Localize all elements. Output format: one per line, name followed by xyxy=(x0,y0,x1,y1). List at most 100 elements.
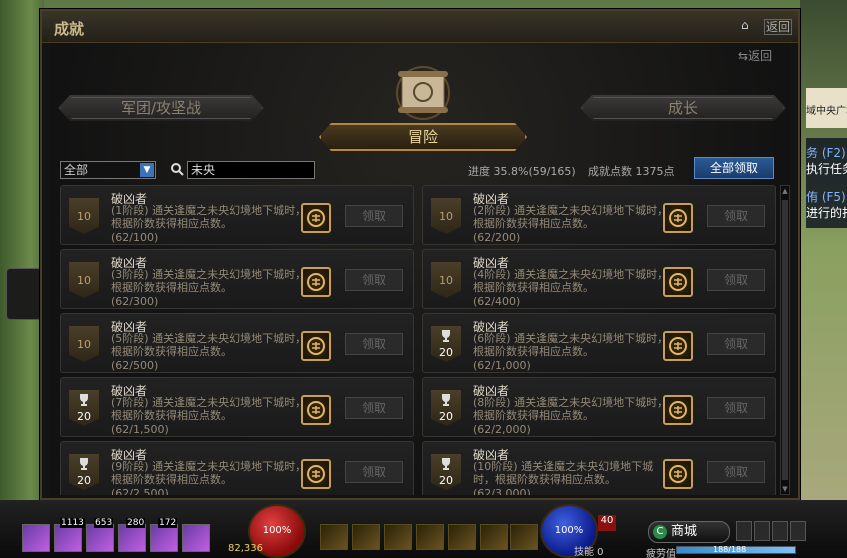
claim-button[interactable]: 领取 xyxy=(345,269,403,291)
skill-slot[interactable] xyxy=(86,524,114,552)
skill-slot[interactable] xyxy=(118,524,146,552)
points-value: 10 xyxy=(77,210,91,223)
skill-slot[interactable] xyxy=(480,524,508,550)
tab-growth[interactable]: 成长 xyxy=(580,95,786,121)
trophy-icon xyxy=(442,330,450,342)
achievement-description: (1阶段) 通关逢魔之未央幻境地下城时，根据阶数获得相应点数。 xyxy=(111,204,307,230)
points-value: 10 xyxy=(439,210,453,223)
skill-slot[interactable] xyxy=(384,524,412,550)
points-badge: 10 xyxy=(69,198,99,234)
points-value: 20 xyxy=(439,346,453,359)
points-badge: 10 xyxy=(69,326,99,362)
skill-slot[interactable] xyxy=(320,524,348,550)
reward-icon[interactable] xyxy=(301,331,331,361)
reward-icon[interactable] xyxy=(663,331,693,361)
level-badge: 40 xyxy=(598,515,616,531)
skill-slot[interactable] xyxy=(448,524,476,550)
reward-icon[interactable] xyxy=(663,459,693,489)
game-screen: 域中央广场 务 (F2) 执行任务 侑 (F5) 进行的打 成就 ⌂ 返回 ⇆返… xyxy=(0,0,847,558)
points-value: 20 xyxy=(77,474,91,487)
scroll-down-icon[interactable]: ▼ xyxy=(781,484,789,494)
search-input[interactable]: 未央 xyxy=(187,161,315,179)
reward-icon[interactable] xyxy=(663,267,693,297)
achievement-card: 20 破凶者 (8阶段) 通关逢魔之未央幻境地下城时，根据阶数获得相应点数。 (62/… xyxy=(422,377,776,437)
shop-icon: C xyxy=(653,525,667,539)
skill-slot[interactable] xyxy=(510,524,538,550)
scrollbar[interactable]: ▲ ▼ xyxy=(780,185,790,495)
menu-icon[interactable] xyxy=(754,521,770,541)
back-button[interactable]: 返回 xyxy=(764,18,793,35)
fatigue-label: 疲劳值 xyxy=(646,549,676,558)
reward-icon[interactable] xyxy=(301,395,331,425)
achievement-card: 20 破凶者 (7阶段) 通关逢魔之未央幻境地下城时，根据阶数获得相应点数。 (62/… xyxy=(60,377,414,437)
achievement-card: 20 破凶者 (9阶段) 通关逢魔之未央幻境地下城时，根据阶数获得相应点数。 (62/… xyxy=(60,441,414,495)
achievement-progress: (62/1,000) xyxy=(473,359,531,372)
claim-button[interactable]: 领取 xyxy=(345,333,403,355)
quest-text-1: 执行任务 xyxy=(806,162,847,176)
skill-slot[interactable] xyxy=(182,524,210,552)
achievement-card: 10 破凶者 (5阶段) 通关逢魔之未央幻境地下城时，根据阶数获得相应点数。 (62/… xyxy=(60,313,414,373)
achievement-card: 20 破凶者 (6阶段) 通关逢魔之未央幻境地下城时，根据阶数获得相应点数。 (62/… xyxy=(422,313,776,373)
achievement-list: 10 破凶者 (1阶段) 通关逢魔之未央幻境地下城时，根据阶数获得相应点数。 (62/… xyxy=(60,185,778,495)
tab-legion[interactable]: 军团/攻坚战 xyxy=(58,95,264,121)
sub-back-button[interactable]: ⇆返回 xyxy=(738,47,772,64)
achievement-card: 20 破凶者 (10阶段) 通关逢魔之未央幻境地下城时，根据阶数获得相应点数。 (62… xyxy=(422,441,776,495)
skill-slot[interactable] xyxy=(416,524,444,550)
claim-all-button[interactable]: 全部领取 xyxy=(694,157,774,179)
reward-icon[interactable] xyxy=(663,203,693,233)
points-badge: 20 xyxy=(431,454,461,490)
achievement-progress: (62/1,500) xyxy=(111,423,169,436)
achievement-progress: (62/300) xyxy=(111,295,159,308)
achievement-description: (10阶段) 通关逢魔之未央幻境地下城时，根据阶数获得相应点数。 xyxy=(473,460,654,486)
skill-slot[interactable] xyxy=(352,524,380,550)
achievement-progress: (62/400) xyxy=(473,295,521,308)
quest-tracker[interactable]: 务 (F2) 执行任务 侑 (F5) 进行的打 xyxy=(806,138,847,228)
achievement-card: 10 破凶者 (2阶段) 通关逢魔之未央幻境地下城时，根据阶数获得相应点数。 (62/… xyxy=(422,185,776,245)
achievement-description: (9阶段) 通关逢魔之未央幻境地下城时，根据阶数获得相应点数。 xyxy=(111,460,307,486)
menu-icon[interactable] xyxy=(790,521,806,541)
menu-icon[interactable] xyxy=(736,521,752,541)
category-select[interactable]: 全部 ▼ xyxy=(60,161,156,179)
achievement-description: (5阶段) 通关逢魔之未央幻境地下城时，根据阶数获得相应点数。 xyxy=(111,332,307,358)
points-badge: 20 xyxy=(69,454,99,490)
achievement-description: (2阶段) 通关逢魔之未央幻境地下城时，根据阶数获得相应点数。 xyxy=(473,204,669,230)
points-badge: 20 xyxy=(431,326,461,362)
achievement-description: (8阶段) 通关逢魔之未央幻境地下城时，根据阶数获得相应点数。 xyxy=(473,396,669,422)
skill-points[interactable]: 技能 0 xyxy=(574,543,604,558)
points-value: 20 xyxy=(439,474,453,487)
claim-button[interactable]: 领取 xyxy=(707,205,765,227)
points-badge: 10 xyxy=(431,198,461,234)
progress-summary: 进度 35.8%(59/165) xyxy=(468,165,576,178)
achievement-description: (7阶段) 通关逢魔之未央幻境地下城时，根据阶数获得相应点数。 xyxy=(111,396,307,422)
reward-icon[interactable] xyxy=(301,203,331,233)
claim-button[interactable]: 领取 xyxy=(345,397,403,419)
fatigue-bar: 188/188 xyxy=(676,545,796,554)
skill-slot[interactable] xyxy=(54,524,82,552)
claim-button[interactable]: 领取 xyxy=(345,205,403,227)
reward-icon[interactable] xyxy=(301,459,331,489)
exp-value: 82,336 xyxy=(228,543,263,554)
claim-button[interactable]: 领取 xyxy=(345,461,403,483)
achievement-progress: (62/100) xyxy=(111,231,159,244)
achievement-window: 成就 ⌂ 返回 ⇆返回 军团/攻坚战 成长 冒险 全部 ▼ 未央 进度 35.8… xyxy=(40,9,800,500)
menu-icon[interactable] xyxy=(772,521,788,541)
trophy-icon xyxy=(442,458,450,470)
dropdown-arrow-icon[interactable]: ▼ xyxy=(140,163,154,177)
home-icon[interactable]: ⌂ xyxy=(741,19,753,31)
claim-button[interactable]: 领取 xyxy=(707,461,765,483)
reward-icon[interactable] xyxy=(663,395,693,425)
reward-icon[interactable] xyxy=(301,267,331,297)
achievement-progress: (62/500) xyxy=(111,359,159,372)
claim-button[interactable]: 领取 xyxy=(707,269,765,291)
scroll-thumb[interactable] xyxy=(782,200,788,480)
tab-adventure[interactable]: 冒险 xyxy=(319,123,527,151)
scroll-up-icon[interactable]: ▲ xyxy=(781,186,789,196)
points-value: 10 xyxy=(439,274,453,287)
achievement-description: (3阶段) 通关逢魔之未央幻境地下城时，根据阶数获得相应点数。 xyxy=(111,268,307,294)
skill-slot[interactable] xyxy=(150,524,178,552)
claim-button[interactable]: 领取 xyxy=(707,333,765,355)
minimap-label: 域中央广场 xyxy=(806,88,847,128)
skill-slot[interactable] xyxy=(22,524,50,552)
claim-button[interactable]: 领取 xyxy=(707,397,765,419)
fatigue-text: 188/188 xyxy=(713,545,747,554)
